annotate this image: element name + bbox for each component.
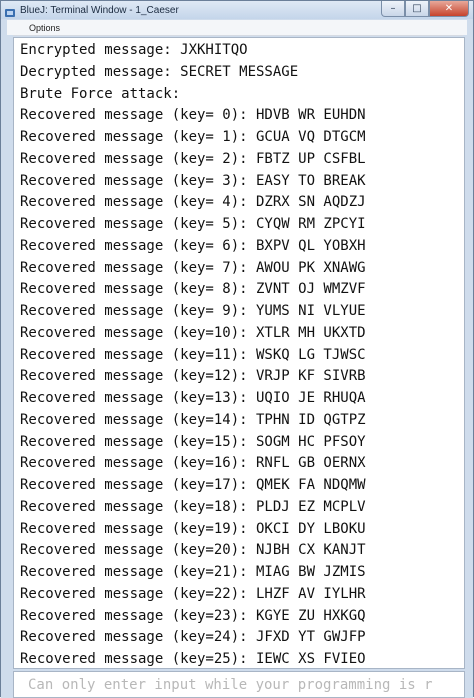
console-line: Decrypted message: SECRET MESSAGE (20, 63, 299, 80)
window-controls: – □ ✕ (381, 1, 469, 17)
minimize-icon: – (390, 3, 396, 14)
console-line: Recovered message (key= 7): AWOU PK XNAW… (20, 259, 366, 276)
terminal-input[interactable]: Can only enter input while your programm… (13, 671, 465, 698)
menu-options[interactable]: Options (7, 23, 60, 33)
terminal-output[interactable]: Encrypted message: JXKHITQO Decrypted mes… (13, 37, 465, 669)
console-line: Recovered message (key=25): IEWC XS FVIE… (20, 651, 366, 667)
input-placeholder: Can only enter input while your programm… (28, 677, 433, 693)
console-line: Recovered message (key= 1): GCUA VQ DTGC… (20, 129, 366, 145)
console-line: Recovered message (key=19): OKCI DY LBOK… (20, 520, 366, 537)
console-line: Recovered message (key=22): LHZF AV IYLH… (20, 585, 366, 602)
maximize-button[interactable]: □ (405, 1, 429, 17)
frame-left (1, 35, 13, 698)
console-line: Recovered message (key= 3): EASY TO BREA… (20, 172, 366, 189)
maximize-icon: □ (412, 3, 422, 14)
console-line: Recovered message (key= 8): ZVNT OJ WMZV… (20, 281, 366, 298)
console-line: Recovered message (key= 5): CYQW RM ZPCY… (20, 216, 366, 232)
console-line: Recovered message (key=24): JFXD YT GWJF… (20, 629, 366, 646)
close-icon: ✕ (444, 3, 454, 14)
console-line: Recovered message (key=20): NJBH CX KANJ… (20, 542, 366, 559)
close-button[interactable]: ✕ (429, 1, 469, 17)
console-line: Recovered message (key=21): MIAG BW JZMI… (20, 564, 366, 580)
console-line: Recovered message (key=15): SOGM HC PFSO… (20, 433, 366, 450)
console-line: Recovered message (key=12): VRJP KF SIVR… (20, 368, 366, 385)
console-line: Encrypted message: JXKHITQO (20, 42, 248, 58)
console-line: Recovered message (key= 6): BXPV QL YOBX… (20, 237, 366, 254)
menu-bar: Options (7, 20, 467, 36)
window-title: BlueJ: Terminal Window - 1_Caeser (20, 4, 179, 16)
console-line: Recovered message (key=16): RNFL GB OERN… (20, 455, 366, 472)
console-line: Recovered message (key= 0): HDVB WR EUHD… (20, 107, 366, 124)
console-line: Recovered message (key= 4): DZRX SN AQDZ… (20, 194, 366, 211)
console-line: Recovered message (key=17): QMEK FA NDQM… (20, 477, 366, 493)
console-line: Recovered message (key=13): UQIO JE RHUQ… (20, 390, 366, 406)
output-lines: Encrypted message: JXKHITQO Decrypted mes… (20, 40, 366, 668)
console-line: Recovered message (key=10): XTLR MH UKXT… (20, 324, 366, 341)
console-line: Recovered message (key=11): WSKQ LG TJWS… (20, 346, 366, 363)
minimize-button[interactable]: – (381, 1, 405, 17)
console-line: Recovered message (key= 2): FBTZ UP CSFB… (20, 150, 366, 167)
console-line: Recovered message (key=14): TPHN ID QGTP… (20, 411, 366, 428)
title-bar[interactable]: BlueJ: Terminal Window - 1_Caeser – □ ✕ (1, 1, 473, 19)
terminal-window: BlueJ: Terminal Window - 1_Caeser – □ ✕ … (0, 0, 474, 698)
console-line: Recovered message (key= 9): YUMS NI VLYU… (20, 303, 366, 319)
console-line: Recovered message (key=23): KGYE ZU HXKG… (20, 607, 366, 624)
console-line: Brute Force attack: (20, 85, 181, 102)
console-line: Recovered message (key=18): PLDJ EZ MCPL… (20, 498, 366, 515)
bluej-app-icon (4, 4, 16, 17)
